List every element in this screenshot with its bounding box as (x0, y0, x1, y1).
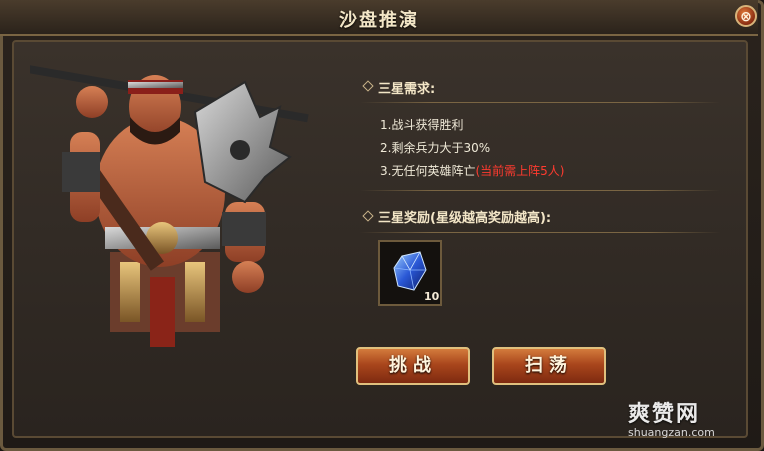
divider (360, 232, 720, 233)
sweep-button[interactable]: 扫荡 (492, 347, 606, 385)
requirement-text: 2.剩余兵力大于30% (380, 141, 491, 155)
requirement-item-2: 2.剩余兵力大于30% (380, 139, 490, 156)
divider (360, 190, 720, 191)
watermark-url: shuangzan.com (628, 426, 715, 439)
divider (360, 102, 720, 103)
requirement-item-1: 1.战斗获得胜利 (380, 116, 463, 133)
rewards-title: 三星奖励(星级越高奖励越高): (378, 211, 552, 226)
hero-portrait-image (30, 64, 309, 347)
dialog-title: 沙盘推演 (339, 10, 419, 31)
close-button[interactable]: ⊗ (735, 5, 757, 27)
watermark-logo: 爽赞网 (628, 402, 701, 427)
requirement-text: 1.战斗获得胜利 (380, 118, 464, 132)
requirement-note: (当前需上阵5人) (475, 164, 565, 178)
requirement-text: 3.无任何英雄阵亡 (380, 164, 476, 178)
requirements-title: 三星需求: (378, 82, 436, 97)
requirement-item-3: 3.无任何英雄阵亡(当前需上阵5人) (380, 162, 564, 179)
reward-item-count: 10 (424, 290, 440, 303)
challenge-button[interactable]: 挑战 (356, 347, 470, 385)
